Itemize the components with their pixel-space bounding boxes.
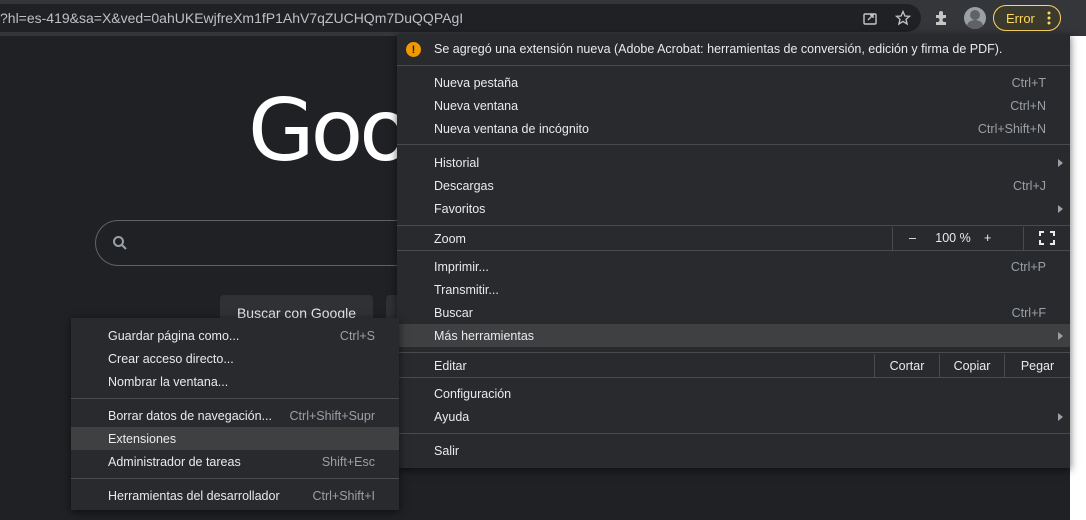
menu-item-new-tab[interactable]: Nueva pestaña Ctrl+T [397, 71, 1070, 94]
menu-item-label: Herramientas del desarrollador [108, 488, 280, 503]
scrollbar[interactable] [1070, 36, 1086, 520]
menu-item-exit[interactable]: Salir [397, 439, 1070, 462]
more-vert-icon [1047, 11, 1051, 28]
google-logo: Goo [248, 81, 412, 181]
menu-item-label: Nueva ventana [434, 98, 519, 113]
menu-item-label: Nombrar la ventana... [108, 374, 229, 389]
menu-item-label: Imprimir... [434, 259, 489, 274]
menu-item-incognito-window[interactable]: Nueva ventana de incógnito Ctrl+Shift+N [397, 117, 1070, 140]
notice-text: Se agregó una extensión nueva (Adobe Acr… [434, 42, 1003, 56]
menu-separator [397, 144, 1070, 145]
browser-toolbar: ?hl=es-419&sa=X&ved=0ahUKEwjfreXm1fP1AhV… [0, 0, 1086, 36]
fullscreen-icon [1039, 231, 1055, 245]
menu-separator [397, 225, 1070, 226]
profile-avatar[interactable] [964, 7, 986, 29]
submenu-arrow-icon [1058, 332, 1063, 340]
extension-notice[interactable]: ! Se agregó una extensión nueva (Adobe A… [397, 38, 1070, 60]
menu-item-help[interactable]: Ayuda [397, 405, 1070, 428]
error-menu-button[interactable]: Error [993, 5, 1061, 31]
menu-item-label: Nueva pestaña [434, 75, 519, 90]
menu-item-shortcut: Ctrl+J [1013, 178, 1046, 193]
menu-item-label: Buscar [434, 305, 473, 320]
menu-item-shortcut: Ctrl+S [339, 328, 375, 343]
menu-separator [71, 398, 399, 399]
zoom-controls: – 100 % + [892, 227, 1023, 250]
paste-button[interactable]: Pegar [1004, 354, 1070, 377]
address-bar[interactable]: ?hl=es-419&sa=X&ved=0ahUKEwjfreXm1fP1AhV… [0, 4, 921, 32]
menu-item-more-tools[interactable]: Más herramientas [397, 324, 1070, 347]
submenu-arrow-icon [1058, 159, 1063, 167]
menu-item-zoom: Zoom – 100 % + [397, 227, 1070, 250]
menu-item-label: Extensiones [108, 431, 177, 446]
menu-item-new-window[interactable]: Nueva ventana Ctrl+N [397, 94, 1070, 117]
menu-item-shortcut: Ctrl+N [1010, 98, 1046, 113]
submenu-arrow-icon [1058, 413, 1063, 421]
menu-item-label: Configuración [434, 386, 512, 401]
star-icon[interactable] [895, 10, 911, 26]
fullscreen-button[interactable] [1023, 227, 1070, 250]
menu-item-label: Borrar datos de navegación... [108, 408, 272, 423]
menu-item-shortcut: Ctrl+P [1010, 259, 1046, 274]
menu-item-history[interactable]: Historial [397, 151, 1070, 174]
menu-item-bookmarks[interactable]: Favoritos [397, 197, 1070, 220]
share-icon[interactable] [862, 10, 878, 26]
search-icon [112, 235, 128, 254]
extensions-puzzle-icon[interactable] [931, 7, 953, 29]
menu-item-shortcut: Ctrl+F [1011, 305, 1046, 320]
zoom-out-button[interactable]: – [909, 231, 916, 245]
menu-item-print[interactable]: Imprimir... Ctrl+P [397, 255, 1070, 278]
menu-item-label: Ayuda [434, 409, 470, 424]
zoom-level: 100 % [935, 231, 971, 245]
menu-separator [397, 352, 1070, 353]
menu-item-label: Historial [434, 155, 480, 170]
menu-separator [397, 250, 1070, 251]
submenu-item-create-shortcut[interactable]: Crear acceso directo... [71, 347, 399, 370]
submenu-item-clear-browsing-data[interactable]: Borrar datos de navegación... Ctrl+Shift… [71, 404, 399, 427]
menu-item-edit: Editar Cortar Copiar Pegar [397, 354, 1070, 377]
menu-separator [397, 433, 1070, 434]
menu-item-cast[interactable]: Transmitir... [397, 278, 1070, 301]
menu-item-label: Guardar página como... [108, 328, 240, 343]
menu-item-label: Favoritos [434, 201, 486, 216]
submenu-item-task-manager[interactable]: Administrador de tareas Shift+Esc [71, 450, 399, 473]
menu-separator [71, 478, 399, 479]
chrome-main-menu: ! Se agregó una extensión nueva (Adobe A… [397, 34, 1070, 468]
search-input[interactable] [95, 220, 425, 266]
menu-item-shortcut: Shift+Esc [321, 454, 375, 469]
menu-separator [397, 377, 1070, 378]
menu-item-label: Salir [434, 443, 460, 458]
menu-item-shortcut: Ctrl+Shift+I [312, 488, 375, 503]
menu-item-label: Más herramientas [434, 328, 535, 343]
menu-item-label: Descargas [434, 178, 494, 193]
menu-item-shortcut: Ctrl+T [1011, 75, 1046, 90]
error-label: Error [1006, 10, 1035, 26]
url-text[interactable]: ?hl=es-419&sa=X&ved=0ahUKEwjfreXm1fP1AhV… [0, 10, 463, 26]
menu-item-settings[interactable]: Configuración [397, 382, 1070, 405]
menu-item-shortcut: Ctrl+Shift+Supr [289, 408, 375, 423]
menu-item-downloads[interactable]: Descargas Ctrl+J [397, 174, 1070, 197]
submenu-item-developer-tools[interactable]: Herramientas del desarrollador Ctrl+Shif… [71, 484, 399, 507]
menu-separator [397, 65, 1070, 66]
menu-item-label: Nueva ventana de incógnito [434, 121, 589, 136]
menu-item-label: Administrador de tareas [108, 454, 241, 469]
submenu-item-save-page[interactable]: Guardar página como... Ctrl+S [71, 324, 399, 347]
menu-item-label: Transmitir... [434, 282, 499, 297]
zoom-in-button[interactable]: + [984, 231, 991, 245]
warning-icon: ! [406, 42, 421, 57]
submenu-arrow-icon [1058, 205, 1063, 213]
submenu-item-extensions[interactable]: Extensiones [71, 427, 399, 450]
menu-item-find[interactable]: Buscar Ctrl+F [397, 301, 1070, 324]
menu-item-label: Editar [434, 358, 467, 373]
menu-item-shortcut: Ctrl+Shift+N [977, 121, 1046, 136]
menu-item-label: Zoom [434, 231, 466, 246]
more-tools-submenu: Guardar página como... Ctrl+S Crear acce… [71, 318, 399, 510]
cut-button[interactable]: Cortar [874, 354, 939, 377]
copy-button[interactable]: Copiar [939, 354, 1004, 377]
submenu-item-name-window[interactable]: Nombrar la ventana... [71, 370, 399, 393]
menu-item-label: Crear acceso directo... [108, 351, 234, 366]
